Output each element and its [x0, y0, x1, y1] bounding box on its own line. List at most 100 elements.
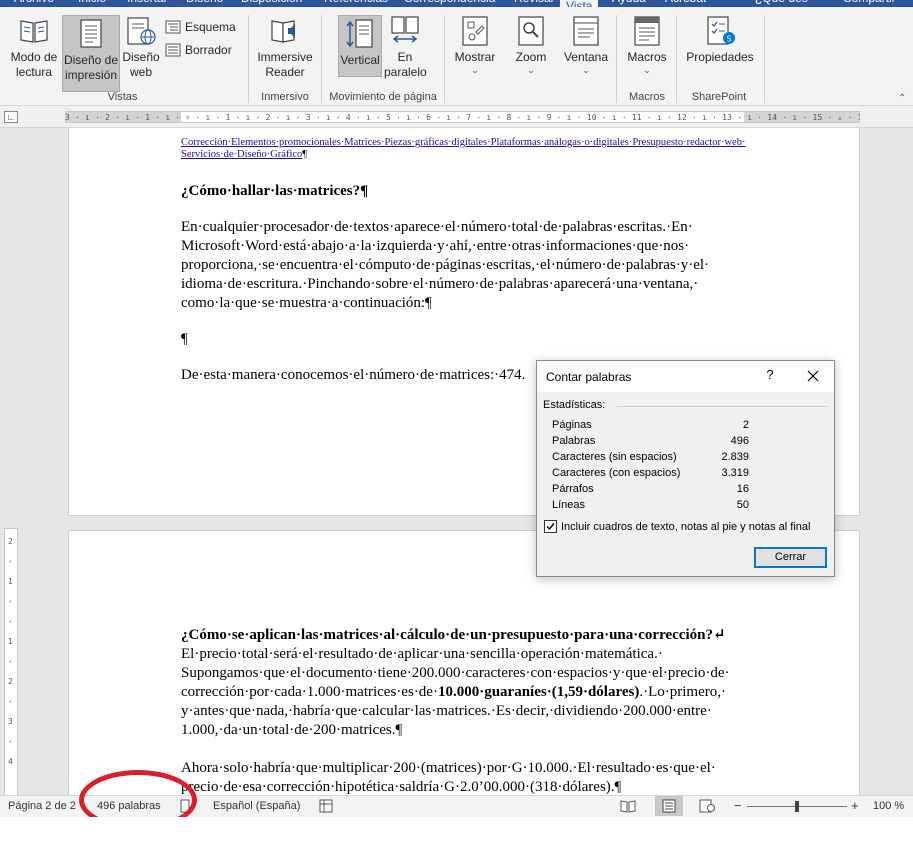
immersive-reader-button[interactable]: Immersive Reader — [254, 15, 316, 80]
zoom-in-button[interactable]: + — [851, 798, 859, 813]
zoom-out-button[interactable]: − — [734, 798, 742, 813]
links-line[interactable]: Corrección·Elementos·promocionales·Matri… — [181, 137, 771, 149]
stat-row: Caracteres (sin espacios) 2.839 — [552, 451, 749, 463]
vertical-ruler-tick: · — [8, 617, 13, 626]
accessibility-icon[interactable] — [319, 799, 333, 816]
tab-selector[interactable]: ∟ — [4, 111, 18, 123]
text-line: precio·de·esa·corrección·hipotética·sald… — [181, 779, 622, 795]
read-mode-view-icon[interactable] — [620, 799, 636, 816]
language-indicator[interactable]: Español (España) — [213, 800, 300, 812]
collapse-ribbon-icon[interactable]: ⌃ — [898, 93, 906, 104]
zoom-icon — [518, 16, 544, 46]
stat-value: 2.839 — [721, 451, 749, 463]
group-separator — [248, 15, 249, 103]
ribbon: Modo de lectura Diseño de impresión Dise… — [0, 7, 913, 106]
checkbox-box[interactable] — [544, 520, 557, 533]
ribbon-tab[interactable]: Disposición — [241, 0, 302, 5]
stat-row: Párrafos 16 — [552, 483, 749, 495]
diseno-impresion-button[interactable]: Diseño de impresión — [62, 15, 120, 92]
ribbon-tab[interactable]: Revisar — [514, 0, 555, 5]
ribbon-tab[interactable]: Insertar — [127, 0, 168, 5]
modo-lectura-button[interactable]: Modo de lectura — [6, 15, 62, 80]
zoom-button[interactable]: Zoom ⌄ — [510, 15, 552, 78]
vertical-ruler-tick: 2 — [8, 537, 13, 546]
ribbon-tab[interactable]: Diseño — [186, 0, 223, 5]
ribbon-tab[interactable]: Ayuda — [612, 0, 646, 5]
empty-paragraph: ¶ — [181, 331, 188, 347]
chevron-down-icon: ⌄ — [527, 65, 535, 75]
text-line: proporciona,·se·encuentra·el·cómputo·de·… — [181, 257, 710, 273]
checkbox-label: Incluir cuadros de texto, notas al pie y… — [561, 520, 811, 533]
zoom-level[interactable]: 100 % — [873, 800, 904, 812]
propiedades-button[interactable]: S Propiedades — [684, 15, 756, 65]
include-textboxes-checkbox[interactable]: Incluir cuadros de texto, notas al pie y… — [544, 520, 810, 533]
links-line: Servicios·de·Diseño·Gráfico¶ — [181, 149, 771, 161]
ventana-button[interactable]: Ventana ⌄ — [563, 15, 609, 78]
ribbon-tab[interactable]: ¿Qué des — [755, 0, 808, 5]
modo-lectura-label: Modo de lectura — [10, 50, 58, 79]
proofing-icon[interactable] — [180, 799, 190, 816]
side-by-side-icon — [391, 16, 419, 43]
ribbon-tab[interactable]: Archivo — [14, 0, 54, 5]
heading-como-hallar: ¿Cómo·hallar·las·matrices?¶ — [181, 183, 369, 199]
immersive-reader-label: Immersive Reader — [257, 50, 313, 79]
esquema-label: Esquema — [185, 20, 236, 34]
text-line: 1.000,·da·un·total·de·200·matrices.¶ — [181, 722, 403, 738]
divider — [617, 406, 828, 407]
borrador-button[interactable]: Borrador — [165, 42, 232, 58]
page-indicator[interactable]: Página 2 de 2 — [8, 800, 76, 812]
borrador-label: Borrador — [185, 43, 232, 57]
vertical-ruler-tick: · — [8, 697, 13, 706]
ribbon-tab[interactable]: Inicio — [78, 0, 106, 5]
horizontal-ruler[interactable]: ∟ 3 · ı · 2 · ı · 1 · ı · ▿ · ı · 1 · ı … — [0, 106, 913, 128]
link[interactable]: Servicios·de·Diseño·Gráfico — [181, 149, 302, 160]
vertical-ruler-tick: 1 — [8, 577, 13, 586]
web-layout-view-icon[interactable] — [699, 799, 715, 816]
text-line: corrección·por·cada·1.000·matrices·es·de… — [181, 683, 771, 702]
word-count-dialog[interactable]: Contar palabras ? Estadísticas: Páginas … — [536, 360, 835, 577]
web-layout-icon — [127, 17, 156, 45]
ribbon-tab[interactable]: Compartir — [843, 0, 896, 5]
vertical-ruler-tick: 3 — [8, 717, 13, 726]
dialog-titlebar[interactable]: Contar palabras ? — [537, 361, 834, 392]
immersive-reader-icon — [271, 20, 295, 43]
group-separator — [764, 15, 765, 103]
bold-price: 10.000·guaraníes·(1,59·dólares) — [437, 684, 640, 700]
mostrar-button[interactable]: Mostrar ⌄ — [452, 15, 498, 78]
group-separator — [321, 15, 322, 103]
ribbon-tab[interactable]: Referencias — [324, 0, 388, 5]
esquema-button[interactable]: Esquema — [165, 19, 236, 35]
stat-label: Palabras — [552, 435, 596, 447]
chevron-down-icon: ⌄ — [643, 65, 651, 75]
ribbon-tab[interactable]: Correspondencia — [404, 0, 495, 5]
stat-label: Caracteres (sin espacios) — [552, 451, 677, 463]
en-paralelo-label: En paralelo — [384, 50, 427, 79]
zoom-slider-thumb[interactable] — [795, 801, 799, 812]
text-line: como·la·que·se·muestra·a·continuación:¶ — [181, 295, 432, 311]
group-separator — [676, 15, 677, 103]
print-layout-view-icon[interactable] — [655, 796, 683, 816]
stat-label: Líneas — [552, 499, 586, 511]
ribbon-tab[interactable]: Acrobat — [665, 0, 706, 5]
ribbon-tab[interactable]: Vista — [560, 0, 599, 7]
chevron-down-icon: ⌄ — [582, 65, 590, 75]
pilcrow: ¶ — [302, 149, 308, 160]
ribbon-tab-strip: Archivo Inicio Insertar Diseño Disposición Re… — [0, 0, 913, 7]
word-count-indicator[interactable]: 496 palabras — [97, 800, 161, 812]
macros-button[interactable]: Macros ⌄ — [624, 15, 670, 78]
en-paralelo-button[interactable]: En paralelo — [384, 15, 427, 80]
stat-label: Caracteres (con espacios) — [552, 467, 681, 479]
group-separator — [616, 15, 617, 103]
cerrar-button[interactable]: Cerrar — [754, 547, 827, 568]
vertical-ruler-tick: · — [8, 657, 13, 666]
text-span: .·Lo·primero,· — [639, 684, 726, 700]
diseno-web-button[interactable]: Diseño web — [121, 15, 161, 80]
svg-text:S: S — [726, 35, 731, 44]
stat-label: Páginas — [552, 419, 592, 431]
close-button[interactable] — [802, 366, 824, 386]
vertical-ruler-tick: 4 — [8, 757, 13, 766]
vertical-ruler[interactable]: 2 · 1 · · 1 · 2 · 3 · 4 — [4, 528, 18, 795]
help-button[interactable]: ? — [762, 367, 778, 382]
vertical-button[interactable]: Vertical — [338, 15, 382, 77]
vertical-ruler-tick: · — [8, 737, 13, 746]
